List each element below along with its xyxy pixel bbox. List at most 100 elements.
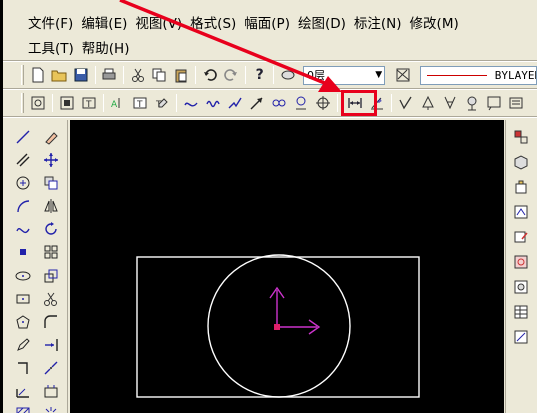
toolbar-grip[interactable] — [21, 93, 24, 113]
redo-icon[interactable] — [221, 65, 241, 85]
weld-symbol-icon[interactable] — [269, 93, 289, 113]
cad-application-window: 文件(F) 编辑(E) 视图(V) 格式(S) 幅面(P) 绘图(D) 标注(N… — [0, 0, 537, 413]
menu-modify[interactable]: 修改(M) — [406, 14, 463, 34]
trim-icon[interactable] — [40, 288, 62, 310]
break-icon[interactable] — [40, 357, 62, 379]
window-left-edge — [0, 0, 3, 413]
menu-draw[interactable]: 绘图(D) — [294, 14, 350, 34]
layer-select-value: 0层 — [307, 69, 325, 82]
open-folder-icon[interactable] — [50, 65, 70, 85]
linetype-select[interactable]: BYLAYER — [419, 65, 537, 85]
wave-line-icon[interactable] — [203, 93, 223, 113]
copy-icon[interactable] — [150, 65, 170, 85]
block-insert-icon[interactable] — [510, 126, 532, 148]
erase-icon[interactable] — [40, 126, 62, 148]
copy-object-icon[interactable] — [40, 172, 62, 194]
toolbar-separator — [391, 94, 392, 112]
block-edit-icon[interactable] — [510, 226, 532, 248]
more-tools-icon[interactable] — [506, 93, 526, 113]
attribute-icon[interactable] — [510, 201, 532, 223]
mirror-icon[interactable] — [40, 195, 62, 217]
svg-text:T: T — [85, 100, 92, 110]
block-create-icon[interactable] — [510, 176, 532, 198]
layer-select[interactable]: 0层 ▼ — [303, 65, 386, 85]
center-line-icon[interactable] — [12, 380, 34, 402]
pencil-icon[interactable] — [12, 334, 34, 356]
menu-help[interactable]: 帮助(H) — [78, 39, 134, 59]
image-insert-icon[interactable] — [510, 251, 532, 273]
help-question-icon[interactable]: ? — [250, 65, 270, 85]
toolbar-separator — [103, 94, 104, 112]
geometric-tolerance-icon[interactable] — [462, 93, 482, 113]
zoom-window-icon[interactable] — [28, 93, 48, 113]
zoom-extents-icon[interactable] — [57, 93, 77, 113]
menu-dimension[interactable]: 标注(N) — [350, 14, 406, 34]
dimension-toolbar: T A T T # — [0, 90, 537, 116]
menu-format[interactable]: 格式(S) — [186, 14, 240, 34]
chevron-down-icon[interactable]: ▼ — [375, 70, 382, 80]
rectangle-icon[interactable] — [12, 288, 34, 310]
break-line-icon[interactable] — [225, 93, 245, 113]
datum-icon[interactable] — [418, 93, 438, 113]
3d-box-icon[interactable] — [510, 151, 532, 173]
layer-manager-icon[interactable] — [278, 65, 298, 85]
parallel-line-icon[interactable] — [12, 149, 34, 171]
circle-icon[interactable] — [12, 172, 34, 194]
paste-icon[interactable] — [171, 65, 191, 85]
polygon-icon[interactable] — [12, 311, 34, 333]
color-icon[interactable] — [393, 65, 413, 85]
cut-icon[interactable] — [128, 65, 148, 85]
measure-icon[interactable] — [510, 326, 532, 348]
arc-icon[interactable] — [12, 195, 34, 217]
left-toolbar-column-1 — [10, 126, 36, 413]
menu-page[interactable]: 幅面(P) — [240, 14, 294, 34]
curve-icon[interactable] — [12, 218, 34, 240]
scale-icon[interactable] — [40, 265, 62, 287]
roughness-icon[interactable] — [396, 93, 416, 113]
new-file-icon[interactable] — [28, 65, 48, 85]
ole-object-icon[interactable] — [510, 276, 532, 298]
drawing-canvas[interactable] — [70, 120, 504, 413]
move-icon[interactable] — [40, 149, 62, 171]
menu-edit[interactable]: 编辑(E) — [77, 14, 131, 34]
extend-icon[interactable] — [40, 334, 62, 356]
line-icon[interactable] — [12, 126, 34, 148]
standard-toolbar: ? 0层 ▼ BYLAYER — [0, 62, 537, 88]
text-edit-icon[interactable]: T — [152, 93, 172, 113]
spline-icon[interactable] — [181, 93, 201, 113]
toolbar-separator — [273, 66, 275, 84]
text-frame-icon[interactable]: T — [79, 93, 99, 113]
linetype-select-value: BYLAYER — [494, 68, 537, 82]
fillet-icon[interactable] — [40, 311, 62, 333]
table-icon[interactable] — [510, 301, 532, 323]
menu-view[interactable]: 视图(V) — [131, 14, 186, 34]
drawing-svg — [136, 254, 420, 398]
explode-icon[interactable] — [40, 403, 62, 413]
rotate-icon[interactable] — [40, 218, 62, 240]
toolbar-grip[interactable] — [21, 65, 24, 85]
toolbar-separator — [244, 66, 246, 84]
text-style-icon[interactable]: A — [108, 93, 128, 113]
point-icon[interactable] — [12, 241, 34, 263]
save-icon[interactable] — [71, 65, 91, 85]
mark-icon[interactable] — [484, 93, 504, 113]
toolbar-separator — [176, 94, 177, 112]
tolerance-icon[interactable] — [440, 93, 460, 113]
hatch-icon[interactable] — [12, 403, 34, 413]
arrow-line-icon[interactable] — [247, 93, 267, 113]
menu-tools[interactable]: 工具(T) — [24, 39, 78, 59]
menu-bar-row-2: 工具(T) 帮助(H) — [0, 37, 537, 61]
print-icon[interactable] — [100, 65, 120, 85]
text-insert-icon[interactable]: T — [130, 93, 150, 113]
balloon-icon[interactable] — [291, 93, 311, 113]
polyline-icon[interactable] — [12, 357, 34, 379]
right-toolbar — [505, 120, 537, 413]
undo-icon[interactable] — [200, 65, 220, 85]
ellipse-icon[interactable] — [12, 265, 34, 287]
array-icon[interactable] — [40, 241, 62, 263]
toolbar-separator — [94, 66, 96, 84]
menu-file[interactable]: 文件(F) — [24, 14, 77, 34]
center-mark-icon[interactable] — [313, 93, 333, 113]
offset-icon[interactable] — [40, 380, 62, 402]
svg-text:#: # — [377, 98, 382, 105]
